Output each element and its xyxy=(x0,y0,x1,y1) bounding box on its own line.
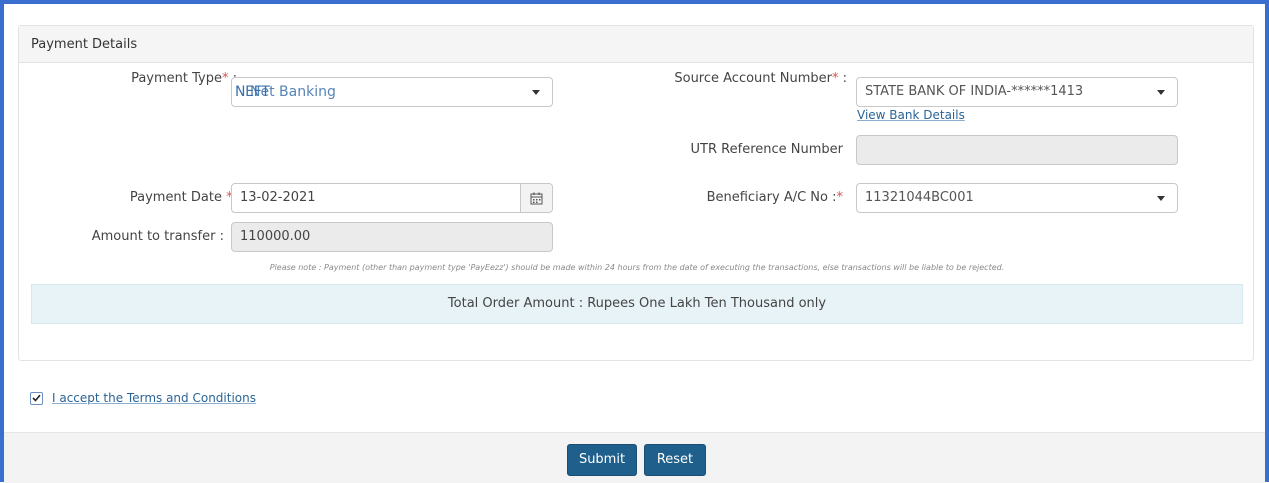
payment-note: Please note : Payment (other than paymen… xyxy=(269,263,1005,272)
payment-type-overlay-text: Net Banking xyxy=(250,84,336,100)
source-account-select[interactable]: STATE BANK OF INDIA-******1413 xyxy=(856,77,1178,107)
source-account-label: Source Account Number* : xyxy=(674,71,847,86)
chevron-down-icon xyxy=(1157,90,1165,95)
form-footer: Submit Reset xyxy=(4,432,1265,483)
chevron-down-icon xyxy=(1157,196,1165,201)
checkmark-icon xyxy=(32,394,41,402)
calendar-icon xyxy=(530,192,543,204)
utr-label: UTR Reference Number xyxy=(690,142,843,157)
payment-type-select[interactable]: NEFT Net Banking xyxy=(231,77,553,107)
payment-date-input[interactable]: 13-02-2021 xyxy=(231,183,553,213)
amount-input: 110000.00 xyxy=(231,222,553,252)
chevron-down-icon xyxy=(532,90,540,95)
terms-checkbox[interactable] xyxy=(30,391,43,405)
beneficiary-value: 11321044BC001 xyxy=(865,190,974,205)
calendar-button[interactable] xyxy=(520,184,552,212)
payment-date-label: Payment Date *: xyxy=(129,190,237,205)
payment-type-label: Payment Type* : xyxy=(131,71,237,86)
beneficiary-select[interactable]: 11321044BC001 xyxy=(856,183,1178,213)
panel-title: Payment Details xyxy=(19,26,1253,63)
payment-details-panel: Payment Details Payment Type* : NEFT Net… xyxy=(18,25,1254,361)
terms-row: I accept the Terms and Conditions xyxy=(30,391,256,405)
view-bank-details-link[interactable]: View Bank Details xyxy=(857,108,965,122)
terms-link[interactable]: I accept the Terms and Conditions xyxy=(52,391,256,405)
submit-button[interactable]: Submit xyxy=(567,444,637,476)
utr-input[interactable] xyxy=(856,135,1178,165)
source-account-value: STATE BANK OF INDIA-******1413 xyxy=(865,84,1084,99)
amount-label: Amount to transfer : xyxy=(91,229,224,244)
beneficiary-label: Beneficiary A/C No :* xyxy=(706,190,843,205)
reset-button[interactable]: Reset xyxy=(644,444,706,476)
total-order-amount: Total Order Amount : Rupees One Lakh Ten… xyxy=(31,284,1243,324)
payment-date-value: 13-02-2021 xyxy=(240,190,316,205)
